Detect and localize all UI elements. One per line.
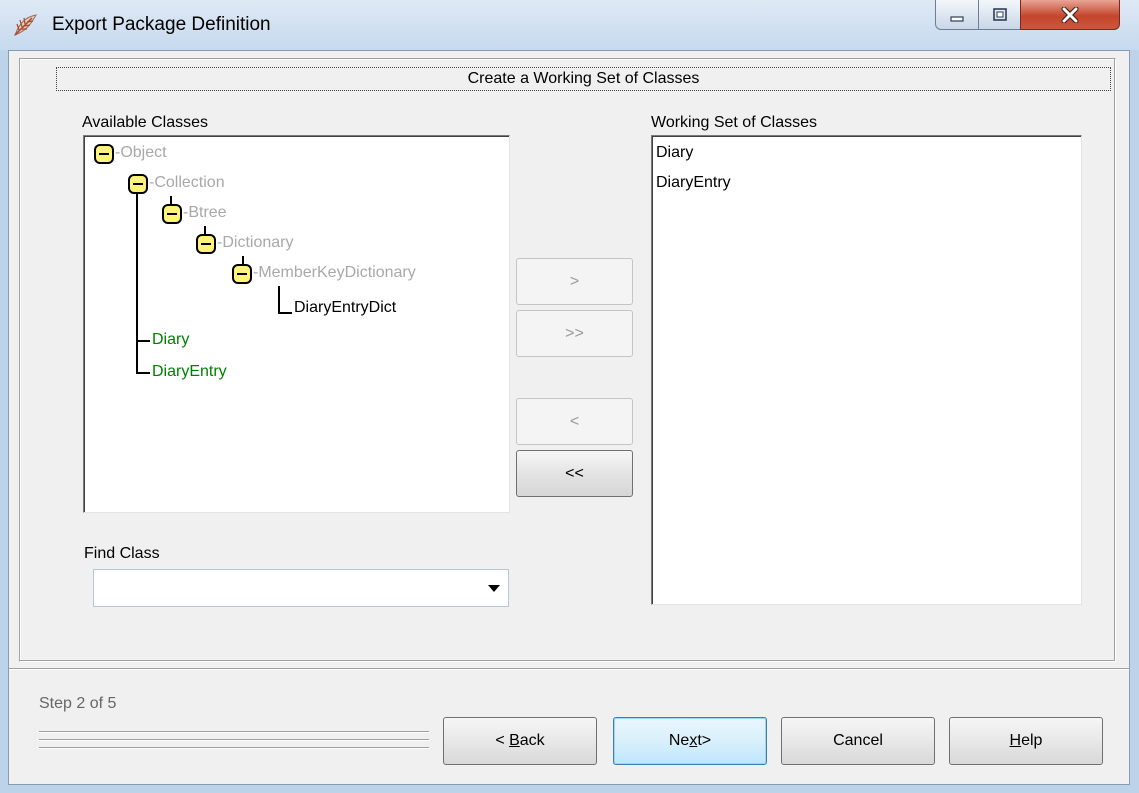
tree-item-collection[interactable]: -Collection	[149, 173, 225, 193]
step-indicator: Step 2 of 5	[39, 695, 117, 712]
tree-item-label: Object	[120, 144, 167, 161]
minimize-icon	[950, 15, 964, 22]
title-bar[interactable]: Export Package Definition	[0, 0, 1139, 50]
tree-line	[278, 312, 292, 314]
maximize-button[interactable]	[978, 0, 1021, 30]
maximize-icon	[992, 7, 1007, 21]
available-classes-tree[interactable]: -Object -Collection -Btree -Dictionary -…	[83, 135, 510, 513]
minimize-button[interactable]	[935, 0, 979, 30]
working-set-panel: Create a Working Set of Classes Availabl…	[19, 58, 1116, 662]
next-button[interactable]: Next>	[613, 717, 767, 765]
footer-rule	[39, 739, 429, 741]
back-prefix: <	[495, 732, 510, 749]
tree-item-object[interactable]: -Object	[115, 143, 167, 163]
window-title: Export Package Definition	[52, 14, 271, 35]
back-button-label: < Back	[495, 732, 544, 750]
add-all-button[interactable]: >>	[516, 310, 633, 357]
next-button-label: Next>	[669, 732, 711, 750]
help-button[interactable]: Help	[949, 717, 1103, 765]
tree-line	[278, 286, 280, 314]
tree-item-label: Btree	[188, 204, 227, 221]
footer-rule	[39, 747, 429, 749]
working-set-label: Working Set of Classes	[651, 114, 817, 131]
tree-item-btree[interactable]: -Btree	[183, 203, 227, 223]
footer-rule	[39, 731, 429, 733]
collapse-icon[interactable]	[128, 174, 148, 194]
dropdown-arrow-icon[interactable]	[488, 585, 500, 592]
app-leaf-icon	[14, 14, 37, 36]
tree-item-label: Collection	[154, 174, 225, 191]
tree-item-diaryentry[interactable]: DiaryEntry	[152, 362, 227, 382]
tree-line	[136, 184, 138, 372]
add-button[interactable]: >	[516, 258, 633, 305]
cancel-button[interactable]: Cancel	[781, 717, 935, 765]
tree-line	[136, 340, 150, 342]
back-button[interactable]: < Back	[443, 717, 597, 765]
help-rest: elp	[1021, 732, 1043, 749]
remove-button[interactable]: <	[516, 398, 633, 445]
remove-all-button[interactable]: <<	[516, 450, 633, 497]
help-mnemonic: H	[1009, 732, 1022, 749]
tree-item-label: MemberKeyDictionary	[258, 264, 416, 281]
collapse-icon[interactable]	[162, 204, 182, 224]
dialog-client-area: Create a Working Set of Classes Availabl…	[8, 50, 1130, 785]
tree-item-diary[interactable]: Diary	[152, 330, 189, 350]
help-button-label: Help	[1010, 732, 1043, 750]
tree-item-label: Dictionary	[222, 234, 294, 251]
list-item[interactable]: DiaryEntry	[656, 173, 731, 193]
available-classes-label: Available Classes	[82, 114, 208, 131]
tree-item-dictionary[interactable]: -Dictionary	[217, 233, 293, 253]
next-rest: t>	[697, 732, 712, 749]
back-rest: ack	[519, 732, 545, 749]
list-item[interactable]: Diary	[656, 143, 693, 163]
close-icon	[1061, 6, 1079, 23]
collapse-icon[interactable]	[94, 144, 114, 164]
find-class-label: Find Class	[84, 545, 160, 562]
tree-item-diaryentrydict[interactable]: DiaryEntryDict	[294, 298, 396, 318]
tree-line	[136, 372, 150, 374]
collapse-icon[interactable]	[232, 264, 252, 284]
panel-header: Create a Working Set of Classes	[56, 67, 1111, 91]
collapse-icon[interactable]	[196, 234, 216, 254]
back-mnemonic: B	[509, 732, 520, 749]
find-class-combobox[interactable]	[93, 569, 509, 607]
working-set-list[interactable]: Diary DiaryEntry	[651, 135, 1082, 605]
next-prefix: Ne	[668, 732, 690, 749]
close-button[interactable]	[1020, 0, 1120, 30]
tree-item-memberkeydictionary[interactable]: -MemberKeyDictionary	[253, 263, 416, 283]
footer-separator	[9, 668, 1129, 670]
export-package-window: Export Package Definition Create a Worki…	[0, 0, 1139, 793]
